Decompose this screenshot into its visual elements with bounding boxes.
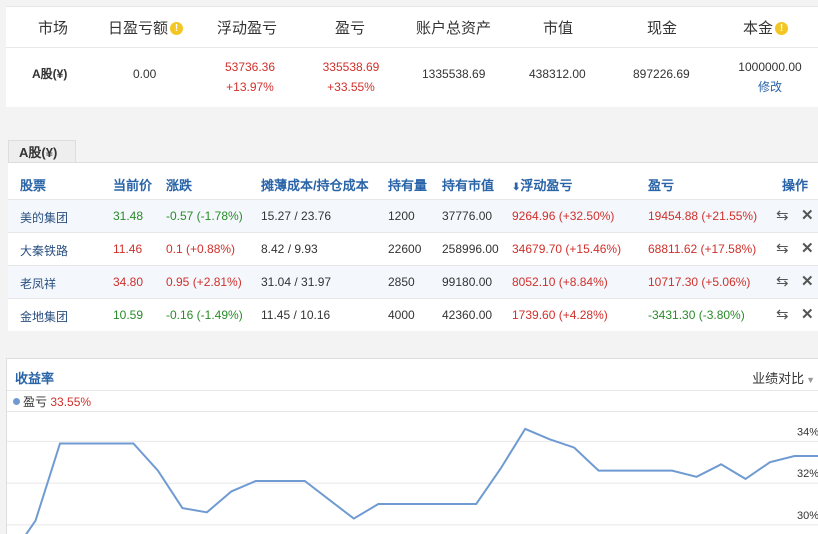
col-qty[interactable]: 持有量	[388, 175, 427, 194]
modify-link[interactable]: 修改	[734, 77, 806, 97]
header-total-assets: 账户总资产	[416, 20, 492, 37]
cell-pnl: -3431.30 (-3.80%)	[648, 308, 745, 322]
y-tick-label: 34%	[797, 426, 818, 438]
info-icon[interactable]: !	[170, 22, 184, 35]
cell-current-price: 31.48	[113, 209, 144, 223]
cell-holding-value: 99180.00	[442, 275, 493, 289]
daily-pnl-value: 0.00	[133, 67, 157, 81]
header-pnl: 盈亏	[335, 20, 366, 37]
header-floating-pnl: 浮动盈亏	[217, 20, 278, 37]
cell-quantity: 1200	[388, 209, 415, 223]
return-line-chart: 34% 32% 30%	[7, 426, 818, 534]
cell-current-price: 11.46	[113, 242, 143, 256]
cell-floating-pnl: 34679.70 (+15.46%)	[512, 242, 622, 256]
cell-holding-value: 42360.00	[442, 308, 493, 322]
header-principal: 本金!	[743, 17, 789, 38]
cell-price-change: 0.1 (+0.88%)	[166, 242, 236, 256]
cell-pnl: 68811.62 (+17.58%)	[648, 242, 757, 256]
divider	[6, 47, 818, 48]
cell-stock-name[interactable]: 老凤祥	[20, 275, 56, 292]
pnl-value: 335538.69 +33.55%	[322, 60, 380, 94]
cell-price-change: -0.16 (-1.49%)	[166, 308, 243, 322]
cash-value: 897226.69	[633, 67, 690, 81]
col-cost[interactable]: 摊薄成本/持仓成本	[261, 175, 369, 194]
y-tick-label: 32%	[797, 468, 818, 480]
delete-icon[interactable]: ✕	[801, 239, 814, 257]
cell-pnl: 10717.30 (+5.06%)	[648, 275, 751, 289]
cell-cost: 11.45 / 10.16	[261, 308, 331, 322]
y-tick-label: 30%	[797, 510, 818, 522]
cell-pnl: 19454.88 (+21.55%)	[648, 209, 758, 223]
col-stock[interactable]: 股票	[20, 175, 46, 194]
delete-icon[interactable]: ✕	[801, 272, 814, 290]
cell-floating-pnl: 1739.60 (+4.28%)	[512, 308, 608, 322]
col-change[interactable]: 涨跌	[166, 175, 192, 194]
cell-floating-pnl: 9264.96 (+32.50%)	[512, 209, 615, 223]
account-summary: 市场 日盈亏额! 浮动盈亏 盈亏 账户总资产 市值 现金 本金! A股(¥) 0…	[6, 6, 818, 107]
delete-icon[interactable]: ✕	[801, 206, 814, 224]
market-name: A股(¥)	[32, 67, 68, 81]
col-actions: 操作	[782, 178, 809, 193]
floating-pnl-value: 53736.36 +13.97%	[224, 60, 276, 94]
cell-cost: 15.27 / 23.76	[261, 209, 332, 223]
cell-quantity: 4000	[388, 308, 415, 322]
total-assets-value: 1335538.69	[422, 67, 486, 81]
table-row[interactable]: 老凤祥 34.80 0.95 (+2.81%) 31.04 / 31.97 2850 99…	[8, 265, 818, 298]
table-row[interactable]: 大秦铁路 11.46 0.1 (+0.88%) 8.42 / 9.93 22600 258…	[8, 232, 818, 265]
transfer-icon[interactable]: ⇆	[776, 239, 789, 257]
header-market-value: 市值	[543, 20, 574, 37]
cell-cost: 31.04 / 31.97	[261, 275, 332, 289]
header-daily-pnl: 日盈亏额!	[108, 17, 184, 38]
holdings-table: 股票 当前价 涨跌 摊薄成本/持仓成本 持有量 持有市值 ⬇浮动盈亏 盈亏 操作…	[8, 162, 818, 331]
transfer-icon[interactable]: ⇆	[776, 206, 789, 224]
cell-floating-pnl: 8052.10 (+8.84%)	[512, 275, 608, 289]
return-chart-panel: 收益率 业绩对比 ▼ 盈亏 33.55% 34% 32% 30%	[6, 358, 818, 534]
col-pnl[interactable]: 盈亏	[648, 175, 674, 194]
transfer-icon[interactable]: ⇆	[776, 305, 789, 323]
cell-price-change: 0.95 (+2.81%)	[166, 275, 242, 289]
transfer-icon[interactable]: ⇆	[776, 272, 789, 290]
header-market: 市场	[38, 20, 69, 37]
series-line-pnl	[25, 427, 818, 534]
cell-quantity: 2850	[388, 275, 415, 289]
cell-stock-name[interactable]: 美的集团	[20, 209, 68, 226]
col-floating-pnl[interactable]: ⬇浮动盈亏	[512, 175, 572, 194]
cell-holding-value: 258996.00	[442, 242, 499, 256]
cell-cost: 8.42 / 9.93	[261, 242, 318, 256]
table-row[interactable]: 金地集团 10.59 -0.16 (-1.49%) 11.45 / 10.16 4000…	[8, 298, 818, 331]
header-cash: 现金	[647, 20, 678, 37]
cell-stock-name[interactable]: 金地集团	[20, 308, 68, 325]
cell-holding-value: 37776.00	[442, 209, 493, 223]
market-value: 438312.00	[529, 67, 586, 81]
col-price[interactable]: 当前价	[113, 175, 152, 194]
cell-current-price: 34.80	[113, 275, 144, 289]
cell-quantity: 22600	[388, 242, 422, 256]
table-row[interactable]: 美的集团 31.48 -0.57 (-1.78%) 15.27 / 23.76 1200…	[8, 199, 818, 232]
principal-value: 1000000.00 修改	[734, 57, 806, 97]
info-icon[interactable]: !	[775, 22, 789, 35]
delete-icon[interactable]: ✕	[801, 305, 814, 323]
tab-a-shares[interactable]: A股(¥)	[8, 140, 76, 163]
cell-stock-name[interactable]: 大秦铁路	[20, 242, 68, 259]
col-value[interactable]: 持有市值	[442, 175, 494, 194]
cell-price-change: -0.57 (-1.78%)	[166, 209, 243, 223]
cell-current-price: 10.59	[113, 308, 144, 322]
